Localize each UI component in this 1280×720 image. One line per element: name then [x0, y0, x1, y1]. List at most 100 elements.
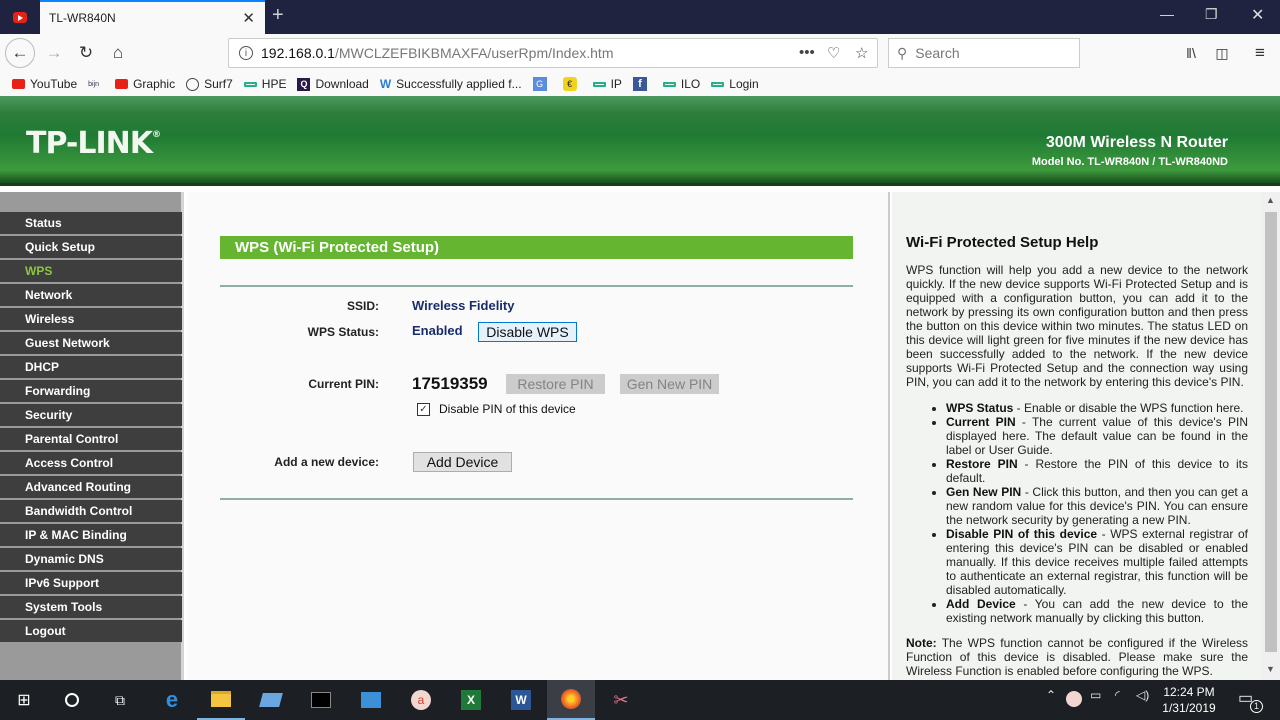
cortana-button[interactable] — [48, 680, 96, 720]
sidebar-item-wps[interactable]: WPS — [0, 260, 182, 282]
bookmark-translate[interactable]: G — [532, 77, 552, 91]
sidebar-item-network[interactable]: Network — [0, 284, 182, 306]
disable-pin-checkbox[interactable]: ✓ — [417, 403, 430, 416]
help-list: WPS Status - Enable or disable the WPS f… — [946, 401, 1248, 625]
bookmark-facebook[interactable]: f — [632, 77, 652, 91]
sidebar-item-forwarding[interactable]: Forwarding — [0, 380, 182, 402]
facebook-icon: f — [632, 77, 647, 91]
sidebar-item-system-tools[interactable]: System Tools — [0, 596, 182, 618]
tab-router[interactable]: TL-WR840N ✕ — [40, 0, 265, 34]
disable-wps-button[interactable]: Disable WPS — [478, 322, 577, 342]
search-input[interactable]: ⚲ Search — [888, 38, 1080, 68]
sidebar-toggle-icon[interactable]: ◫ — [1208, 39, 1236, 67]
info-icon[interactable]: i — [239, 46, 253, 60]
excel-button[interactable]: X — [447, 680, 495, 720]
sidebar-item-security[interactable]: Security — [0, 404, 182, 426]
clock[interactable]: 12:24 PM 1/31/2019 — [1155, 684, 1223, 716]
bookmark-surf7[interactable]: Surf7 — [186, 77, 233, 91]
cmd-button[interactable] — [297, 680, 345, 720]
section-title: WPS (Wi-Fi Protected Setup) — [220, 236, 853, 259]
tab-youtube[interactable] — [0, 0, 40, 34]
app-button[interactable] — [247, 680, 295, 720]
sidebar-item-advanced-routing[interactable]: Advanced Routing — [0, 476, 182, 498]
router-sidebar: Status Quick Setup WPS Network Wireless Guest… — [0, 192, 184, 680]
scroll-down-icon[interactable]: ▼ — [1266, 664, 1275, 674]
sidebar-item-dhcp[interactable]: DHCP — [0, 356, 182, 378]
folder-icon — [211, 691, 231, 707]
bookmark-logo[interactable]: bijn — [88, 81, 104, 88]
menu-icon[interactable]: ≡ — [1246, 39, 1274, 67]
emoji-icon: € — [562, 77, 577, 91]
reload-button[interactable]: ↻ — [72, 39, 100, 67]
help-scrollbar[interactable]: ▲ ▼ — [1262, 192, 1280, 680]
sidebar-item-quick-setup[interactable]: Quick Setup — [0, 236, 182, 258]
control-panel-button[interactable] — [347, 680, 395, 720]
restore-pin-button[interactable]: Restore PIN — [506, 374, 605, 394]
help-panel: Wi-Fi Protected Setup Help WPS function … — [892, 192, 1262, 680]
sidebar-item-parental-control[interactable]: Parental Control — [0, 428, 182, 450]
sidebar-item-guest-network[interactable]: Guest Network — [0, 332, 182, 354]
library-icon[interactable]: ‖\ — [1177, 39, 1205, 67]
hpe-icon — [662, 81, 676, 87]
app-circle-icon: a — [411, 690, 431, 710]
page-actions-icon[interactable]: ••• — [799, 44, 815, 61]
windows-taskbar: ⊞ ⧉ e a X W ✂ ⌃ ▭ ◜ ◁) 12:24 PM 1/31/201… — [0, 680, 1280, 720]
word-icon: W — [511, 690, 531, 710]
scroll-up-icon[interactable]: ▲ — [1266, 195, 1275, 205]
task-view-button[interactable]: ⧉ — [96, 680, 144, 720]
home-button[interactable]: ⌂ — [104, 39, 132, 67]
sidebar-item-logout[interactable]: Logout — [0, 620, 182, 642]
bookmark-login[interactable]: Login — [711, 77, 759, 91]
wifi-icon[interactable]: ◜ — [1115, 688, 1120, 702]
show-hidden-icons[interactable]: ⌃ — [1046, 688, 1056, 702]
help-item: Disable PIN of this device - WPS externa… — [946, 527, 1248, 597]
battery-icon[interactable]: ▭ — [1090, 688, 1101, 702]
add-device-label: Add a new device: — [274, 455, 379, 469]
bookmark-youtube[interactable]: YouTube — [12, 77, 77, 91]
volume-icon[interactable]: ◁) — [1136, 688, 1149, 702]
bookmark-ilo[interactable]: ILO — [662, 77, 700, 91]
bookmark-graphic[interactable]: Graphic — [115, 77, 175, 91]
word-button[interactable]: W — [497, 680, 545, 720]
edge-button[interactable]: e — [148, 680, 196, 720]
bookmark-hpe[interactable]: HPE — [243, 77, 286, 91]
pocket-icon[interactable]: ♡ — [827, 44, 840, 62]
control-panel-icon — [361, 692, 381, 708]
minimize-button[interactable]: — — [1160, 6, 1174, 22]
file-explorer-button[interactable] — [197, 680, 245, 720]
start-button[interactable]: ⊞ — [0, 680, 48, 720]
bookmark-emoji[interactable]: € — [562, 77, 582, 91]
sidebar-item-ipv6-support[interactable]: IPv6 Support — [0, 572, 182, 594]
url-bar[interactable]: i 192.168.0.1/MWCLZEFBIKBMAXFA/userRpm/I… — [228, 38, 878, 68]
youtube-icon — [12, 79, 25, 89]
add-device-button[interactable]: Add Device — [413, 452, 512, 472]
sidebar-item-wireless[interactable]: Wireless — [0, 308, 182, 330]
back-button[interactable]: ← — [5, 38, 35, 68]
snipping-tool-button[interactable]: ✂ — [597, 680, 645, 720]
bookmark-download[interactable]: Q Download — [297, 77, 369, 91]
search-icon: ⚲ — [897, 44, 908, 61]
divider-top — [220, 285, 853, 287]
firefox-button[interactable] — [547, 680, 595, 720]
sidebar-item-dynamic-dns[interactable]: Dynamic DNS — [0, 548, 182, 570]
gen-new-pin-button[interactable]: Gen New PIN — [620, 374, 719, 394]
close-window-button[interactable]: ✕ — [1251, 5, 1264, 25]
bookmark-successfully-applied[interactable]: W Successfully applied f... — [380, 77, 522, 91]
sidebar-item-ip-mac-binding[interactable]: IP & MAC Binding — [0, 524, 182, 546]
close-tab-icon[interactable]: ✕ — [242, 9, 255, 27]
globe-icon — [186, 77, 200, 91]
new-tab-button[interactable]: + — [272, 4, 284, 27]
restore-button[interactable]: ❐ — [1205, 6, 1218, 23]
scroll-thumb[interactable] — [1265, 212, 1277, 652]
sidebar-menu: Status Quick Setup WPS Network Wireless Guest… — [0, 212, 182, 644]
tray-app-icon[interactable] — [1066, 691, 1082, 707]
clock-time: 12:24 PM — [1163, 685, 1215, 699]
app-circle-button[interactable]: a — [397, 680, 445, 720]
sidebar-item-bandwidth-control[interactable]: Bandwidth Control — [0, 500, 182, 522]
sidebar-item-status[interactable]: Status — [0, 212, 182, 234]
help-item-term: Add Device — [946, 597, 1016, 611]
sidebar-item-access-control[interactable]: Access Control — [0, 452, 182, 474]
bookmark-star-icon[interactable]: ☆ — [855, 44, 868, 62]
forward-button[interactable]: → — [40, 39, 68, 67]
bookmark-ip[interactable]: IP — [592, 77, 622, 91]
